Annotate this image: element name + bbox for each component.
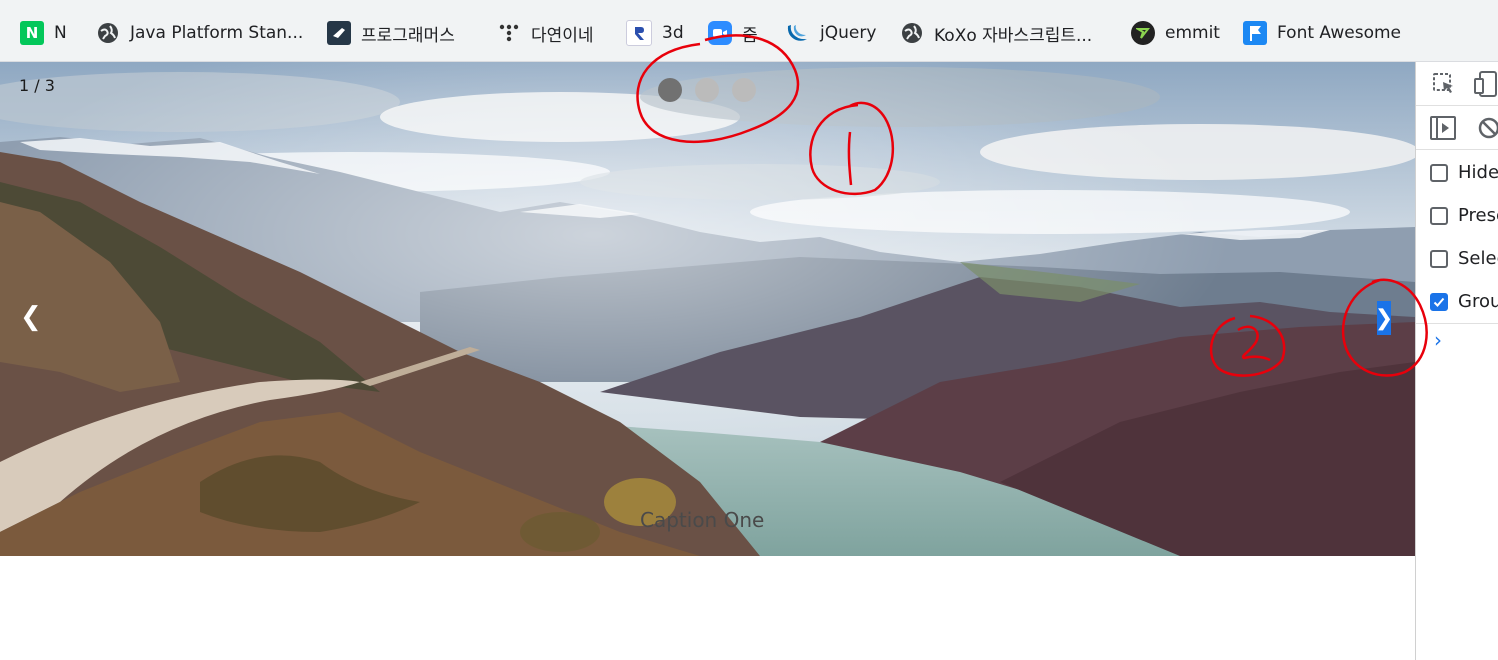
bookmark-label: N	[54, 23, 67, 43]
bookmark-label: emmit	[1165, 23, 1220, 43]
bookmark-jquery[interactable]: jQuery	[786, 20, 876, 46]
checkbox-checked[interactable]	[1430, 292, 1448, 311]
bookmark-label: Font Awesome	[1277, 23, 1401, 43]
bookmark-3d[interactable]: 3d	[626, 20, 684, 46]
bookmark-java[interactable]: Java Platform Stan...	[96, 20, 303, 46]
programmers-icon	[327, 21, 351, 45]
bookmarks-bar: N N Java Platform Stan... 프로그래머스 다연이네 3d…	[0, 0, 1498, 62]
devtools-panel: Hide Prese Selec Grou ›	[1415, 62, 1498, 660]
bookmark-emmit[interactable]: emmit	[1131, 20, 1220, 46]
flag-icon	[1243, 21, 1267, 45]
clear-console-icon[interactable]	[1478, 117, 1498, 143]
checkbox-group-similar[interactable]: Grou	[1430, 291, 1498, 312]
checkbox-label: Prese	[1458, 205, 1498, 226]
slide-dot[interactable]	[732, 78, 756, 102]
bookmark-label: 3d	[662, 23, 684, 43]
bookmark-label: jQuery	[820, 23, 877, 43]
divider	[1416, 323, 1498, 324]
naver-icon: N	[20, 21, 44, 45]
checkbox[interactable]	[1430, 163, 1448, 182]
jquery-icon	[786, 21, 810, 45]
device-toolbar-icon[interactable]	[1474, 71, 1498, 101]
checkbox-label: Hide	[1458, 162, 1498, 183]
devtools-console-toolbar	[1416, 106, 1498, 150]
emmet-icon	[1131, 21, 1155, 45]
slide-dot[interactable]	[695, 78, 719, 102]
bookmark-naver[interactable]: N N	[20, 20, 67, 46]
console-prompt-chevron[interactable]: ›	[1434, 328, 1442, 352]
checkbox-selected-context[interactable]: Selec	[1430, 248, 1498, 269]
checkbox[interactable]	[1430, 206, 1448, 225]
globe-icon	[96, 21, 120, 45]
inspect-element-icon[interactable]	[1432, 72, 1456, 100]
globe-icon	[900, 21, 924, 45]
checkbox-label: Selec	[1458, 248, 1498, 269]
bookmark-label: KoXo 자바스크립트...	[934, 25, 1093, 46]
bookmark-koxo[interactable]: KoXo 자바스크립트...	[900, 20, 1092, 46]
sidebar-toggle-icon[interactable]	[1430, 116, 1456, 144]
prev-slide-button[interactable]: ❮	[20, 302, 42, 332]
checkmark-icon	[1433, 297, 1445, 307]
checkbox-preserve-log[interactable]: Prese	[1430, 205, 1498, 226]
next-slide-button[interactable]: ❯	[1375, 301, 1393, 335]
bookmark-font-awesome[interactable]: Font Awesome	[1243, 20, 1401, 46]
dots-icon	[497, 21, 521, 45]
zoom-icon	[708, 21, 732, 45]
slide-counter: 1 / 3	[19, 76, 55, 95]
slide-caption: Caption One	[640, 508, 765, 532]
bookmark-zoom[interactable]: 줌	[708, 20, 758, 46]
slide-dot[interactable]	[658, 78, 682, 102]
slide-image	[0, 62, 1415, 556]
bookmark-programmers[interactable]: 프로그래머스	[327, 20, 455, 46]
slide-dots	[658, 78, 756, 102]
slideshow: 1 / 3 ❮ ❯ Caption One	[0, 62, 1415, 556]
bookmark-label: 다연이네	[531, 25, 594, 46]
checkbox-label: Grou	[1458, 291, 1498, 312]
bookmark-label: Java Platform Stan...	[130, 23, 304, 43]
bookmark-dayeon[interactable]: 다연이네	[497, 20, 594, 46]
checkbox-hide-network[interactable]: Hide	[1430, 162, 1498, 183]
checkbox[interactable]	[1430, 249, 1448, 268]
3d-icon	[626, 20, 652, 46]
bookmark-label: 줌	[742, 25, 758, 46]
devtools-toolbar	[1416, 62, 1498, 106]
bookmark-label: 프로그래머스	[361, 25, 455, 46]
